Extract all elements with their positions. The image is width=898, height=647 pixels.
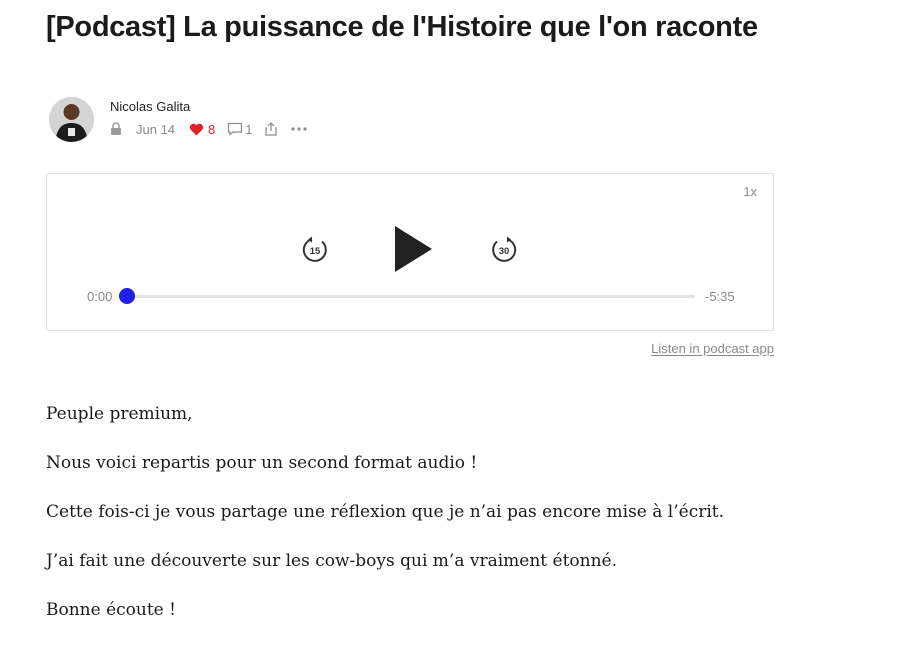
progress-track[interactable] bbox=[127, 295, 695, 298]
post-meta: Jun 14 8 1 bbox=[110, 120, 307, 138]
comment-button[interactable]: 1 bbox=[227, 121, 253, 137]
share-button[interactable] bbox=[264, 122, 277, 136]
audio-player: 1x 15 30 0:00 -5:35 bbox=[46, 173, 774, 331]
comment-icon bbox=[228, 122, 243, 136]
share-icon bbox=[264, 122, 277, 136]
more-button[interactable] bbox=[290, 127, 307, 131]
post: [Podcast] La puissance de l'Histoire que… bbox=[46, 0, 774, 620]
heart-icon bbox=[189, 123, 204, 135]
body-paragraph: Peuple premium, bbox=[46, 404, 193, 424]
body-paragraph: Nous voici repartis pour un second forma… bbox=[46, 453, 478, 473]
play-icon bbox=[395, 226, 432, 272]
post-title: [Podcast] La puissance de l'Histoire que… bbox=[46, 11, 758, 43]
progress-thumb[interactable] bbox=[119, 288, 135, 304]
like-count: 8 bbox=[208, 121, 216, 137]
body-paragraph: Cette fois-ci je vous partage une réflex… bbox=[46, 502, 725, 522]
body-paragraph: J’ai fait une découverte sur les cow-boy… bbox=[46, 551, 618, 571]
forward-button[interactable]: 30 bbox=[490, 236, 518, 264]
playback-speed-button[interactable]: 1x bbox=[743, 184, 757, 199]
listen-in-podcast-app-link[interactable]: Listen in podcast app bbox=[651, 341, 774, 356]
post-body: Peuple premium, Nous voici repartis pour… bbox=[46, 402, 774, 647]
lock-icon bbox=[110, 122, 122, 136]
like-button[interactable]: 8 bbox=[189, 122, 215, 137]
author-name[interactable]: Nicolas Galita bbox=[110, 99, 190, 114]
post-date: Jun 14 bbox=[136, 121, 176, 137]
comment-count: 1 bbox=[245, 121, 253, 137]
current-time: 0:00 bbox=[87, 289, 113, 304]
body-paragraph: Bonne écoute ! bbox=[46, 600, 176, 620]
rewind-button[interactable]: 15 bbox=[301, 236, 329, 264]
player-controls: 15 30 bbox=[47, 224, 773, 276]
avatar[interactable] bbox=[49, 97, 94, 142]
more-icon bbox=[290, 127, 307, 131]
remaining-time: -5:35 bbox=[705, 289, 735, 304]
forward-seconds: 30 bbox=[498, 245, 510, 257]
byline: Nicolas Galita Jun 14 8 1 bbox=[49, 97, 649, 143]
play-button[interactable] bbox=[392, 224, 434, 279]
rewind-seconds: 15 bbox=[309, 245, 321, 257]
